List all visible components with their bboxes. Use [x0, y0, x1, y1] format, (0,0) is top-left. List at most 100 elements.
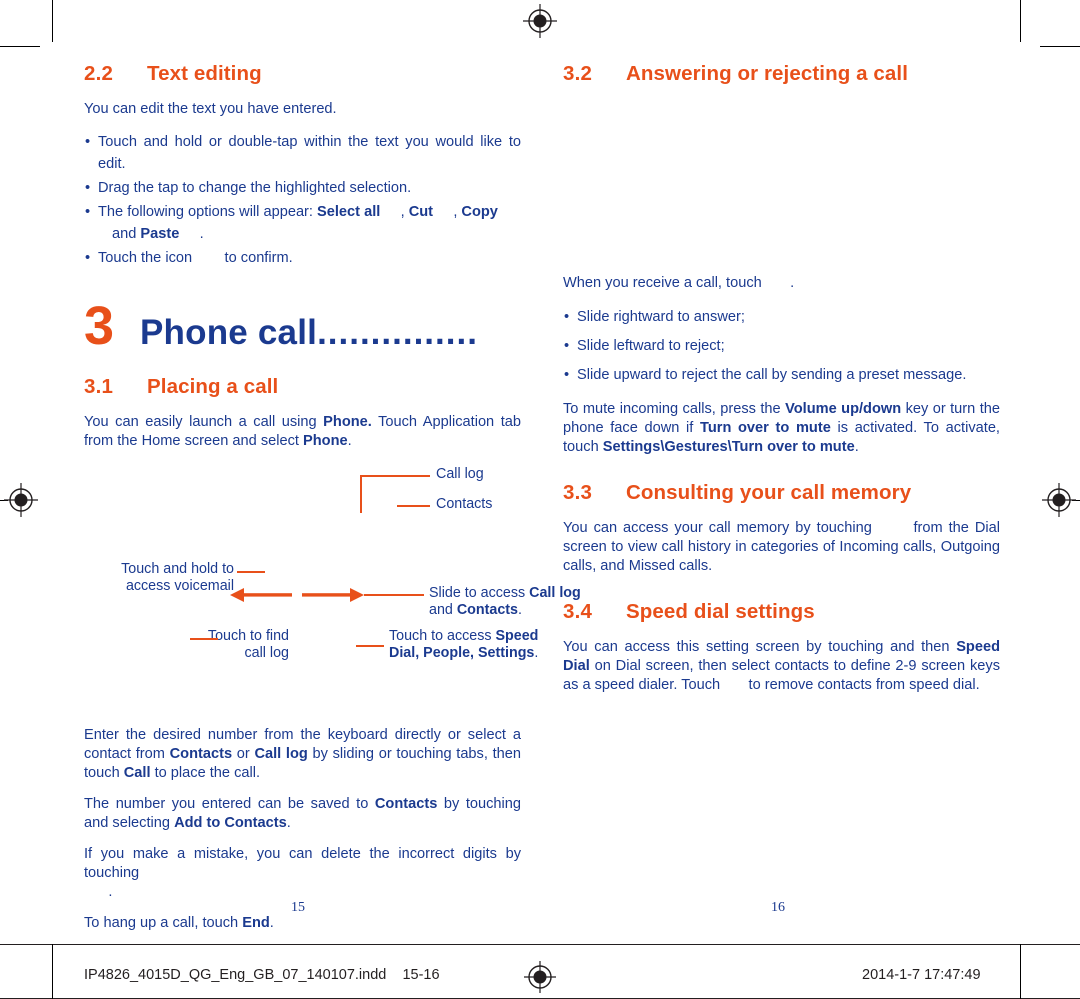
icon-select-all-placeholder — [380, 204, 400, 220]
callout-leader-slide — [364, 594, 424, 596]
icon-paste-placeholder — [179, 226, 199, 242]
section-number: 3.2 — [563, 62, 593, 85]
footer-tick-right — [1020, 944, 1021, 999]
list-item: Slide leftward to reject; — [563, 334, 1000, 359]
icon-answer-placeholder — [766, 275, 790, 291]
option-paste: Paste — [140, 226, 180, 242]
section-number: 2.2 — [84, 62, 114, 85]
confirm-pre: Touch the icon — [98, 250, 197, 266]
phone-bold-2: Phone — [303, 433, 348, 449]
section-heading-3-4: 3.4 Speed dial settings — [563, 600, 1000, 624]
placing-a-call-paragraph: You can easily launch a call using Phone… — [84, 413, 521, 451]
call-memory-paragraph: You can access your call memory by touch… — [563, 519, 1000, 576]
list-item: Slide upward to reject the call by sendi… — [563, 363, 1000, 388]
chapter-dot-leader: ............... — [317, 313, 478, 352]
callout-leader-speed-dial — [356, 645, 384, 647]
callout-label-call-log: Call log — [436, 466, 484, 482]
page-number-right: 16 — [771, 900, 785, 915]
touch-access-text-1: Touch to access — [389, 628, 496, 644]
option-copy: Copy — [461, 204, 498, 220]
bullet-and: and — [112, 226, 141, 242]
registration-mark-footer — [523, 960, 557, 994]
slide-text-2: and — [429, 602, 457, 618]
registration-mark-right — [1042, 483, 1076, 517]
speed-c: to remove contacts from speed dial. — [744, 677, 980, 693]
hangup-c: . — [269, 915, 274, 931]
callout-leader-vertical — [360, 475, 362, 513]
callout-label-find-call-log: Touch to find call log — [104, 628, 289, 662]
icon-cut-placeholder — [433, 204, 453, 220]
left-page-column: 2.2 Text editing You can edit the text y… — [84, 62, 581, 933]
enter-b: or — [232, 746, 255, 762]
section-heading-3-1: 3.1 Placing a call — [84, 375, 521, 399]
option-cut: Cut — [408, 204, 434, 220]
callout-leader-call-log — [360, 475, 430, 477]
option-select-all: Select all — [317, 204, 381, 220]
chapter-number: 3 — [84, 296, 115, 356]
memory-a: You can access your call memory by touch… — [563, 520, 878, 536]
receive-a: When you receive a call, touch — [563, 275, 766, 291]
text-a: You can easily launch a call using — [84, 414, 324, 430]
callout-leader-find — [190, 638, 218, 640]
registration-mark-left — [4, 483, 38, 517]
footer-timestamp: 2014-1-7 17:47:49 — [862, 967, 981, 983]
hangup-bold-end: End — [242, 915, 270, 931]
crop-mark-left-top — [0, 46, 40, 47]
chapter-heading-3: 3 Phone call ............... — [84, 299, 521, 353]
voicemail-line-1: Touch and hold to — [121, 561, 234, 577]
section-number: 3.3 — [563, 481, 593, 504]
mute-incoming-paragraph: To mute incoming calls, press the Volume… — [563, 400, 1000, 457]
icon-confirm-placeholder — [196, 250, 220, 266]
save-a: The number you entered can be saved to — [84, 796, 375, 812]
find-line-1: Touch to find — [207, 628, 289, 644]
right-page-column: 3.2 Answering or rejecting a call When y… — [563, 62, 1000, 695]
bullet-text-pre: The following options will appear: — [98, 204, 318, 220]
footer-filename: IP4826_4015D_QG_Eng_GB_07_140107.indd 15… — [84, 967, 440, 983]
speed-dial-paragraph: You can access this setting screen by to… — [563, 638, 1000, 695]
section-title: Answering or rejecting a call — [626, 62, 909, 85]
arrow-right-icon — [302, 587, 364, 602]
list-item: Slide rightward to answer; — [563, 305, 1000, 330]
speed-a: You can access this setting screen by to… — [563, 639, 957, 655]
answering-illustration-space — [563, 100, 1000, 274]
callout-label-speed-dial: Touch to access Speed Dial, People, Sett… — [389, 628, 569, 662]
arrow-left-icon — [230, 587, 292, 602]
receive-call-paragraph: When you receive a call, touch . — [563, 274, 1000, 293]
enter-bold-contacts: Contacts — [169, 746, 233, 762]
enter-number-paragraph: Enter the desired number from the keyboa… — [84, 726, 521, 783]
list-item: Touch and hold or double-tap within the … — [84, 131, 521, 175]
dial-screen-callout-figure: Call log Contacts Touch and hold to acce… — [84, 463, 581, 718]
slide-text-1: Slide to access — [429, 585, 530, 601]
footer-filename-text: IP4826_4015D_QG_Eng_GB_07_140107.indd — [84, 967, 387, 983]
slide-text-3: . — [518, 602, 522, 618]
bullet-sep-1: , — [400, 204, 409, 220]
save-number-paragraph: The number you entered can be saved to C… — [84, 795, 521, 833]
icon-call-log-placeholder — [878, 520, 908, 536]
touch-access-text-3: . — [534, 645, 539, 661]
mistake-paragraph: If you make a mistake, you can delete th… — [84, 845, 521, 902]
slide-bold-contacts: Contacts — [456, 602, 518, 618]
crop-mark-top-left — [52, 0, 53, 42]
phone-bold-1: Phone. — [323, 414, 372, 430]
text-editing-intro: You can edit the text you have entered. — [84, 101, 337, 117]
receive-b: . — [790, 275, 795, 291]
mistake-text: If you make a mistake, you can delete th… — [84, 846, 521, 881]
page-number-left: 15 — [291, 900, 305, 915]
callout-leader-contacts — [397, 505, 430, 507]
callout-label-voicemail: Touch and hold to access voicemail — [84, 561, 234, 595]
section-heading-2-2: 2.2 Text editing — [84, 62, 521, 86]
section-title: Consulting your call memory — [626, 481, 912, 504]
footer-page-range: 15-16 — [402, 967, 440, 983]
mistake-dot: . — [108, 884, 113, 900]
enter-d: to place the call. — [150, 765, 261, 781]
enter-bold-call: Call — [123, 765, 151, 781]
section-number: 3.4 — [563, 600, 593, 623]
voicemail-line-2: access voicemail — [125, 578, 234, 594]
mute-bold-settings-path: Settings\Gestures\Turn over to mute — [602, 439, 855, 455]
section-heading-3-3: 3.3 Consulting your call memory — [563, 481, 1000, 505]
touch-access-bold-dial-people-settings: Dial, People, Settings — [389, 645, 535, 661]
footer-rule-top — [0, 944, 1080, 945]
section-number: 3.1 — [84, 375, 114, 398]
touch-access-bold-speed: Speed — [495, 628, 539, 644]
mute-d: . — [854, 439, 859, 455]
